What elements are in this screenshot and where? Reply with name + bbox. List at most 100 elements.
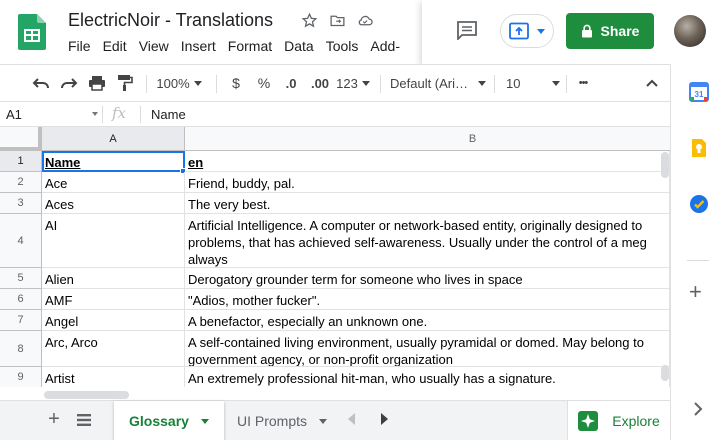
- table-cell[interactable]: The very best.: [185, 193, 670, 214]
- function-icon: fx: [112, 104, 127, 122]
- lock-icon: [581, 24, 592, 38]
- redo-icon[interactable]: [58, 65, 80, 101]
- undo-icon[interactable]: [30, 65, 52, 101]
- formula-input[interactable]: Name: [151, 107, 186, 122]
- table-cell[interactable]: Artist: [42, 367, 185, 387]
- share-button[interactable]: Share: [566, 13, 654, 49]
- menu-view[interactable]: View: [139, 38, 177, 54]
- horizontal-scroll-thumb[interactable]: [44, 391, 129, 399]
- print-icon[interactable]: [86, 65, 108, 101]
- cell-line: Artificial Intelligence. A computer or n…: [188, 218, 643, 233]
- side-panel: 31 +: [670, 64, 724, 440]
- comment-history-icon[interactable]: [456, 20, 478, 40]
- menu-file[interactable]: File: [68, 38, 99, 54]
- table-cell[interactable]: Arc, Arco: [42, 331, 185, 367]
- document-title[interactable]: ElectricNoir - Translations: [68, 10, 273, 31]
- row-header[interactable]: 3: [0, 193, 42, 214]
- scroll-tabs-right-icon[interactable]: [380, 413, 388, 425]
- name-box[interactable]: A1: [6, 107, 22, 122]
- table-cell[interactable]: "Adios, mother fucker".: [185, 289, 670, 310]
- decrease-decimal-button[interactable]: .0: [280, 65, 302, 101]
- font-size-value: 10: [506, 75, 521, 91]
- menu-addons[interactable]: Add-: [370, 38, 408, 54]
- cloud-saved-icon[interactable]: [356, 11, 374, 29]
- add-addon-icon[interactable]: +: [689, 281, 702, 303]
- table-cell[interactable]: Friend, buddy, pal.: [185, 172, 670, 193]
- table-cell[interactable]: AMF: [42, 289, 185, 310]
- vertical-scrollbar[interactable]: [661, 152, 669, 178]
- explore-button[interactable]: Explore: [567, 401, 670, 440]
- table-cell[interactable]: Artificial Intelligence. A computer or n…: [185, 214, 670, 268]
- menu-format[interactable]: Format: [228, 38, 280, 54]
- horizontal-scrollbar[interactable]: [42, 387, 670, 401]
- percent-format-button[interactable]: %: [254, 65, 274, 101]
- scroll-tabs-left-icon[interactable]: [348, 413, 356, 425]
- chevron-down-icon: [478, 80, 486, 86]
- row-header[interactable]: 6: [0, 289, 42, 310]
- cell-b1[interactable]: en: [185, 151, 670, 172]
- chevron-down-icon[interactable]: [92, 112, 98, 116]
- chevron-down-icon: [537, 28, 545, 34]
- tab-ui-prompts[interactable]: UI Prompts: [226, 401, 338, 440]
- explore-label: Explore: [612, 413, 660, 429]
- cell-line: problems, that has achieved self-awarene…: [188, 235, 647, 250]
- currency-format-button[interactable]: $: [226, 65, 246, 101]
- row-header[interactable]: 1: [0, 151, 42, 172]
- paint-format-icon[interactable]: [114, 65, 136, 101]
- table-cell[interactable]: Alien: [42, 268, 185, 289]
- avatar[interactable]: [674, 15, 706, 47]
- row-header[interactable]: 7: [0, 310, 42, 331]
- row-header[interactable]: 8: [0, 331, 42, 367]
- present-icon: [509, 22, 529, 40]
- more-tools-button[interactable]: •••: [572, 65, 594, 101]
- menu-data[interactable]: Data: [284, 38, 322, 54]
- table-cell[interactable]: A benefactor, especially an unknown one.: [185, 310, 670, 331]
- table-cell[interactable]: A self-contained living environment, usu…: [185, 331, 670, 367]
- side-panel-divider: [687, 260, 709, 261]
- font-size-select[interactable]: 10: [504, 65, 560, 101]
- sheet-tabs-bar: + Glossary UI Prompts Explore: [0, 400, 670, 440]
- table-cell[interactable]: AI: [42, 214, 185, 268]
- tab-glossary[interactable]: Glossary: [114, 401, 224, 440]
- more-formats-label: 123: [336, 75, 358, 91]
- menu-insert[interactable]: Insert: [181, 38, 224, 54]
- cell-a1[interactable]: Name: [42, 151, 185, 172]
- sheets-logo-icon[interactable]: [18, 14, 46, 50]
- table-cell[interactable]: Angel: [42, 310, 185, 331]
- increase-decimal-button[interactable]: .00: [306, 65, 334, 101]
- collapse-menus-icon[interactable]: [642, 65, 662, 101]
- keep-icon[interactable]: [689, 138, 709, 158]
- spreadsheet-grid: A B 1 Name en 2 Ace Friend, buddy, pal. …: [0, 127, 670, 387]
- column-header-a[interactable]: A: [42, 127, 185, 151]
- toolbar: 100% $ % .0 .00 123 Default (Ari… 10 •••: [0, 64, 670, 102]
- star-icon[interactable]: [300, 11, 318, 29]
- table-cell[interactable]: An extremely professional hit-man, who u…: [185, 367, 670, 387]
- table-cell[interactable]: Derogatory grounder term for someone who…: [185, 268, 670, 289]
- row-header[interactable]: 9: [0, 367, 42, 387]
- column-header-b[interactable]: B: [185, 127, 670, 151]
- row-header[interactable]: 5: [0, 268, 42, 289]
- font-family-select[interactable]: Default (Ari…: [390, 65, 486, 101]
- tasks-icon[interactable]: [689, 194, 709, 214]
- share-label: Share: [600, 23, 640, 39]
- row-header[interactable]: 2: [0, 172, 42, 193]
- select-all-corner[interactable]: [0, 127, 42, 151]
- svg-text:31: 31: [695, 90, 704, 99]
- chevron-down-icon: [552, 80, 560, 86]
- explore-icon: [578, 411, 599, 431]
- move-folder-icon[interactable]: [328, 11, 346, 29]
- present-button[interactable]: [500, 14, 554, 48]
- calendar-icon[interactable]: 31: [689, 82, 709, 102]
- chevron-down-icon: [361, 80, 370, 86]
- table-cell[interactable]: Ace: [42, 172, 185, 193]
- table-cell[interactable]: Aces: [42, 193, 185, 214]
- more-formats-button[interactable]: 123: [336, 65, 370, 101]
- expand-panel-icon[interactable]: [693, 402, 703, 416]
- zoom-select[interactable]: 100%: [154, 65, 204, 101]
- menu-edit[interactable]: Edit: [103, 38, 135, 54]
- all-sheets-icon[interactable]: [76, 412, 92, 428]
- add-sheet-icon[interactable]: +: [44, 409, 64, 430]
- menu-tools[interactable]: Tools: [326, 38, 367, 54]
- vertical-scroll-end[interactable]: [661, 365, 669, 381]
- row-header[interactable]: 4: [0, 214, 42, 268]
